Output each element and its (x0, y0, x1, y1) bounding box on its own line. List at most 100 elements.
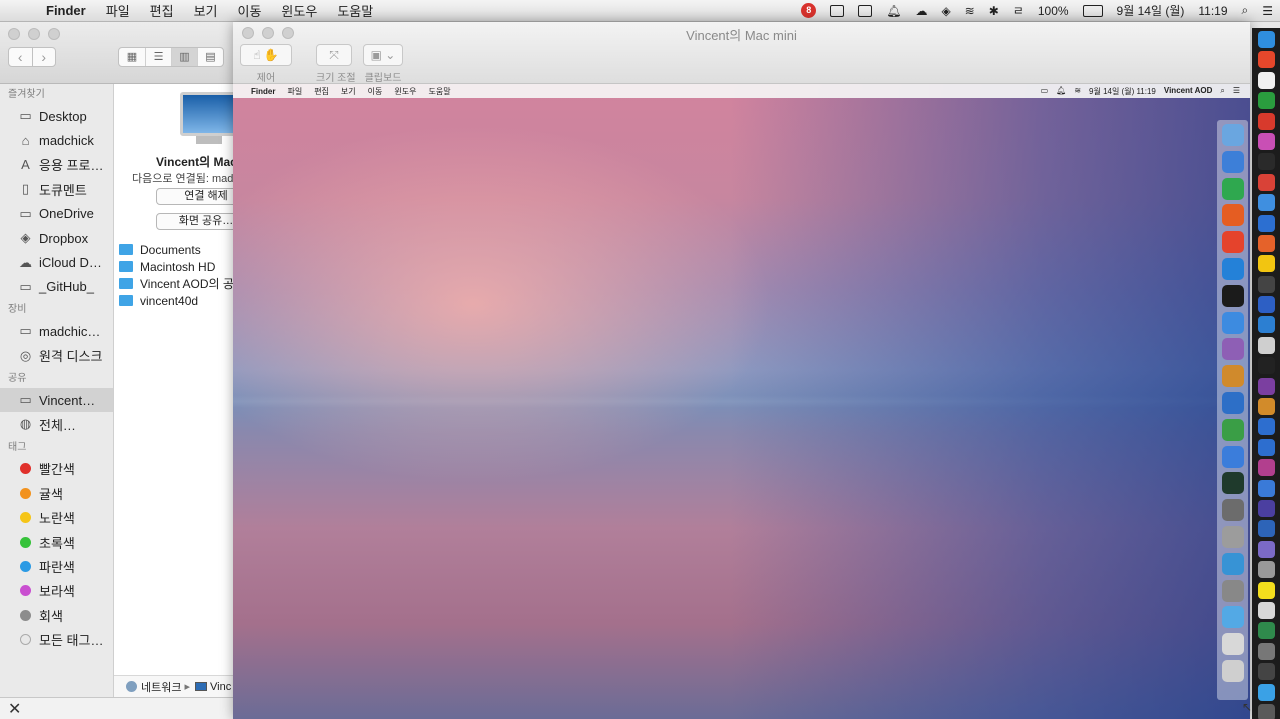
battery-icon[interactable] (1076, 4, 1110, 17)
list-item[interactable]: Macintosh HD (119, 258, 240, 275)
menubar-time[interactable]: 11:19 (1191, 4, 1234, 18)
onedrive-icon[interactable]: ☁ (908, 4, 934, 18)
sidebar-item-all[interactable]: ◍ 전체… (0, 412, 113, 436)
dock-app-icon[interactable] (1257, 255, 1275, 273)
dock-app-icon[interactable] (1257, 234, 1275, 252)
dock-app-icon[interactable] (1257, 459, 1275, 477)
dock-app-icon[interactable] (1257, 601, 1275, 619)
sidebar-item-desktop[interactable]: ▭ Desktop (0, 104, 113, 128)
remote-airplay-icon[interactable]: ▭ (1037, 86, 1053, 97)
remote-dock-app-icon[interactable] (1221, 391, 1244, 414)
wifi-icon[interactable]: ≋ (958, 4, 982, 18)
dock-app-icon[interactable] (1257, 663, 1275, 681)
remote-dock-app-icon[interactable] (1221, 633, 1244, 656)
dock-app-icon[interactable] (1257, 703, 1275, 719)
share-screen-button[interactable]: 화면 공유… (156, 213, 240, 230)
coverflow-view-icon[interactable]: ▤ (197, 48, 223, 66)
menu-go[interactable]: 이동 (228, 1, 272, 20)
forward-arrow-icon[interactable]: › (31, 48, 56, 66)
dock-app-icon[interactable] (1257, 438, 1275, 456)
sidebar-item-dropbox[interactable]: ◈ Dropbox (0, 226, 113, 250)
remote-menu-view[interactable]: 보기 (335, 86, 362, 97)
back-arrow-icon[interactable]: ‹ (9, 48, 32, 66)
remote-wifi-icon[interactable]: ≋ (1070, 86, 1085, 97)
remote-dock-app-icon[interactable] (1221, 472, 1244, 495)
remote-dock-app-icon[interactable] (1221, 284, 1244, 307)
sidebar-item-tag[interactable]: 노란색 (0, 505, 113, 529)
spotlight-search-icon[interactable]: ⌕ (1235, 3, 1256, 18)
remote-dock-app-icon[interactable] (1221, 525, 1244, 548)
dock-app-icon[interactable] (1257, 51, 1275, 69)
notification-center-icon[interactable]: ☰ (1255, 4, 1280, 18)
sidebar-item-tag[interactable]: 파란색 (0, 554, 113, 578)
dock-app-icon[interactable] (1257, 499, 1275, 517)
resize-tool[interactable]: ⤧ 크기 조절 (316, 44, 356, 84)
dock-app-icon[interactable] (1257, 336, 1275, 354)
remote-menu-help[interactable]: 도움말 (422, 86, 456, 97)
sidebar-item-macbook[interactable]: ▭ madchic… (0, 319, 113, 343)
remote-dock-app-icon[interactable] (1221, 579, 1244, 602)
menu-view[interactable]: 보기 (184, 1, 228, 20)
remote-dock-app-icon[interactable] (1221, 150, 1244, 173)
dock-app-icon[interactable] (1257, 377, 1275, 395)
dock-app-icon[interactable] (1257, 92, 1275, 110)
remote-notification-icon[interactable]: ☰ (1229, 86, 1244, 97)
dropbox-icon[interactable]: ◈ (934, 4, 957, 18)
remote-desktop-screen[interactable]: Finder 파일 편집 보기 이동 윈도우 도움말 ▭ 🔔︎ ≋ 9월 14일… (233, 84, 1250, 719)
remote-dock-app-icon[interactable] (1221, 311, 1244, 334)
remote-datetime[interactable]: 9월 14일 (월) 11:19 (1085, 86, 1160, 97)
menu-help[interactable]: 도움말 (327, 1, 383, 20)
remote-dock-app-icon[interactable] (1221, 177, 1244, 200)
icon-view-icon[interactable]: ▦ (119, 48, 145, 66)
sidebar-item-applications[interactable]: A 응용 프로… (0, 153, 113, 177)
remote-menu-go[interactable]: 이동 (362, 86, 389, 97)
input-source-icon[interactable]: ㄹ (1006, 2, 1031, 19)
dock-app-icon[interactable] (1257, 31, 1275, 48)
dock-app-icon[interactable] (1257, 622, 1275, 640)
clipboard-tool[interactable]: ▣ ⌄ 클립보드 (363, 44, 403, 84)
sidebar-item-tag[interactable]: 모든 태그… (0, 627, 113, 651)
dock-app-icon[interactable] (1257, 112, 1275, 130)
sidebar-item-tag[interactable]: 보라색 (0, 579, 113, 603)
dock-app-icon[interactable] (1257, 296, 1275, 314)
airplay-icon[interactable] (823, 4, 851, 17)
menu-file[interactable]: 파일 (96, 1, 140, 20)
menu-app-finder[interactable]: Finder (36, 3, 96, 18)
list-view-icon[interactable]: ☰ (145, 48, 171, 66)
bell-icon[interactable]: 🔔︎ (879, 4, 908, 18)
minimize-button[interactable] (28, 28, 40, 40)
sidebar-item-tag[interactable]: 빨간색 (0, 457, 113, 481)
list-item[interactable]: Documents (119, 241, 240, 258)
remote-dock-app-icon[interactable] (1221, 606, 1244, 629)
dock-app-icon[interactable] (1257, 173, 1275, 191)
sidebar-item-vincent[interactable]: ▭ Vincent… (0, 387, 113, 413)
menu-edit[interactable]: 편집 (140, 1, 184, 20)
dock-app-icon[interactable] (1257, 153, 1275, 171)
sidebar-item-onedrive[interactable]: ▭ OneDrive (0, 202, 113, 226)
remote-menu-file[interactable]: 파일 (281, 86, 308, 97)
bluetooth-icon[interactable]: ✱ (982, 4, 1006, 18)
dock-app-icon[interactable] (1257, 71, 1275, 89)
remote-menu-finder[interactable]: Finder (245, 87, 281, 96)
dock-app-icon[interactable] (1257, 214, 1275, 232)
list-item[interactable]: Vincent AOD의 공유 (119, 275, 240, 292)
sidebar-item-documents[interactable]: ▯ 도큐멘트 (0, 177, 113, 201)
list-item[interactable]: vincent40d (119, 292, 240, 309)
remote-dock-app-icon[interactable] (1221, 204, 1244, 227)
remote-dock-app-icon[interactable] (1221, 231, 1244, 254)
dock-app-icon[interactable] (1257, 418, 1275, 436)
remote-dock-app-icon[interactable] (1221, 499, 1244, 522)
dock-app-icon[interactable] (1257, 581, 1275, 599)
dock-app-icon[interactable] (1257, 357, 1275, 375)
remote-menu-edit[interactable]: 편집 (308, 86, 335, 97)
path-network[interactable]: 네트워크 (141, 679, 181, 695)
remote-search-icon[interactable]: ⌕ (1216, 86, 1228, 97)
dock-app-icon[interactable] (1257, 540, 1275, 558)
remote-dock-app-icon[interactable] (1221, 659, 1244, 682)
remote-dock-app-icon[interactable] (1221, 257, 1244, 280)
dock-app-icon[interactable] (1257, 194, 1275, 212)
remote-dock-app-icon[interactable] (1221, 365, 1244, 388)
battery-percent[interactable]: 100% (1031, 4, 1076, 18)
dock-app-icon[interactable] (1257, 683, 1275, 701)
dock-app-icon[interactable] (1257, 316, 1275, 334)
